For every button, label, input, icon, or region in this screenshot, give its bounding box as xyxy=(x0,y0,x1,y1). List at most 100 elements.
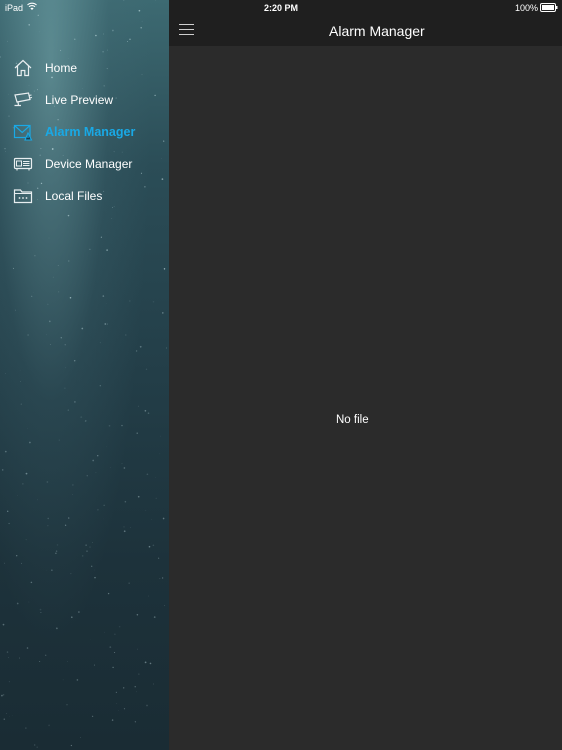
star xyxy=(112,666,114,669)
star xyxy=(151,519,153,520)
star xyxy=(153,683,154,685)
star xyxy=(66,704,68,706)
star xyxy=(31,295,33,297)
star xyxy=(149,662,152,665)
star xyxy=(64,524,67,526)
star xyxy=(22,483,24,485)
star xyxy=(21,562,23,564)
star xyxy=(160,435,162,437)
star xyxy=(159,578,161,580)
star xyxy=(164,605,166,607)
star xyxy=(29,441,31,444)
star xyxy=(134,686,136,688)
star xyxy=(55,552,57,554)
star xyxy=(55,550,58,552)
star xyxy=(30,581,33,584)
star xyxy=(137,495,140,498)
star xyxy=(165,347,168,349)
star xyxy=(95,34,97,37)
star xyxy=(34,744,36,746)
sidebar-item-alarm-manager[interactable]: Alarm Manager xyxy=(0,116,169,148)
star xyxy=(153,616,156,618)
hamburger-line xyxy=(179,33,194,36)
star xyxy=(115,691,118,694)
star xyxy=(2,623,5,626)
star xyxy=(50,344,51,345)
star xyxy=(146,704,148,707)
star xyxy=(125,334,127,336)
star xyxy=(60,336,63,339)
sidebar-item-home[interactable]: Home xyxy=(0,52,169,84)
star xyxy=(69,297,72,299)
star xyxy=(102,295,105,297)
sidebar-item-label: Local Files xyxy=(45,189,103,203)
star xyxy=(103,504,105,506)
star xyxy=(152,300,155,303)
star xyxy=(147,412,150,415)
star xyxy=(123,467,126,469)
star xyxy=(39,608,42,611)
star xyxy=(124,500,127,503)
star xyxy=(47,303,49,305)
folder-icon xyxy=(13,186,33,206)
star xyxy=(148,595,149,597)
hamburger-line xyxy=(179,28,194,31)
star xyxy=(39,661,41,663)
star xyxy=(74,38,76,40)
star xyxy=(36,746,38,748)
star xyxy=(9,715,10,717)
star xyxy=(26,647,29,649)
star xyxy=(85,544,87,546)
star xyxy=(3,562,5,564)
star xyxy=(112,29,114,32)
star xyxy=(67,409,69,411)
star xyxy=(46,334,47,336)
star xyxy=(94,576,96,579)
sidebar-item-device-manager[interactable]: Device Manager xyxy=(0,148,169,180)
star xyxy=(121,463,123,465)
menu-toggle-button[interactable] xyxy=(179,24,194,36)
star xyxy=(108,424,111,427)
star xyxy=(95,472,97,474)
star xyxy=(7,510,9,512)
star xyxy=(27,334,29,336)
star xyxy=(78,611,80,613)
star xyxy=(159,453,161,455)
sidebar-item-live-preview[interactable]: Live Preview xyxy=(0,84,169,116)
star xyxy=(70,744,73,747)
star xyxy=(16,602,19,605)
star xyxy=(68,260,70,262)
star xyxy=(40,612,42,614)
sidebar: Home Live Preview Alarm Manager Device M… xyxy=(0,0,169,750)
star xyxy=(25,472,28,475)
star xyxy=(162,312,164,314)
home-icon xyxy=(13,58,33,78)
star xyxy=(81,327,84,330)
star xyxy=(72,484,74,486)
star xyxy=(67,214,70,217)
star xyxy=(111,719,114,721)
star xyxy=(140,26,143,29)
star xyxy=(144,661,147,664)
star xyxy=(28,601,30,603)
star xyxy=(128,582,130,584)
star xyxy=(66,661,68,663)
star xyxy=(86,475,88,477)
status-bar: iPad 2:20 PM 100% xyxy=(0,0,562,16)
star xyxy=(89,248,91,251)
star xyxy=(129,300,131,302)
star xyxy=(123,708,126,710)
star xyxy=(91,715,94,717)
star xyxy=(16,555,18,557)
sidebar-item-local-files[interactable]: Local Files xyxy=(0,180,169,212)
star xyxy=(93,664,95,666)
star xyxy=(107,592,110,595)
star xyxy=(47,517,49,520)
star xyxy=(152,544,155,547)
star xyxy=(25,727,27,729)
star xyxy=(11,714,13,716)
star xyxy=(19,657,21,659)
star xyxy=(1,694,3,697)
star xyxy=(139,345,142,348)
star xyxy=(38,31,40,33)
